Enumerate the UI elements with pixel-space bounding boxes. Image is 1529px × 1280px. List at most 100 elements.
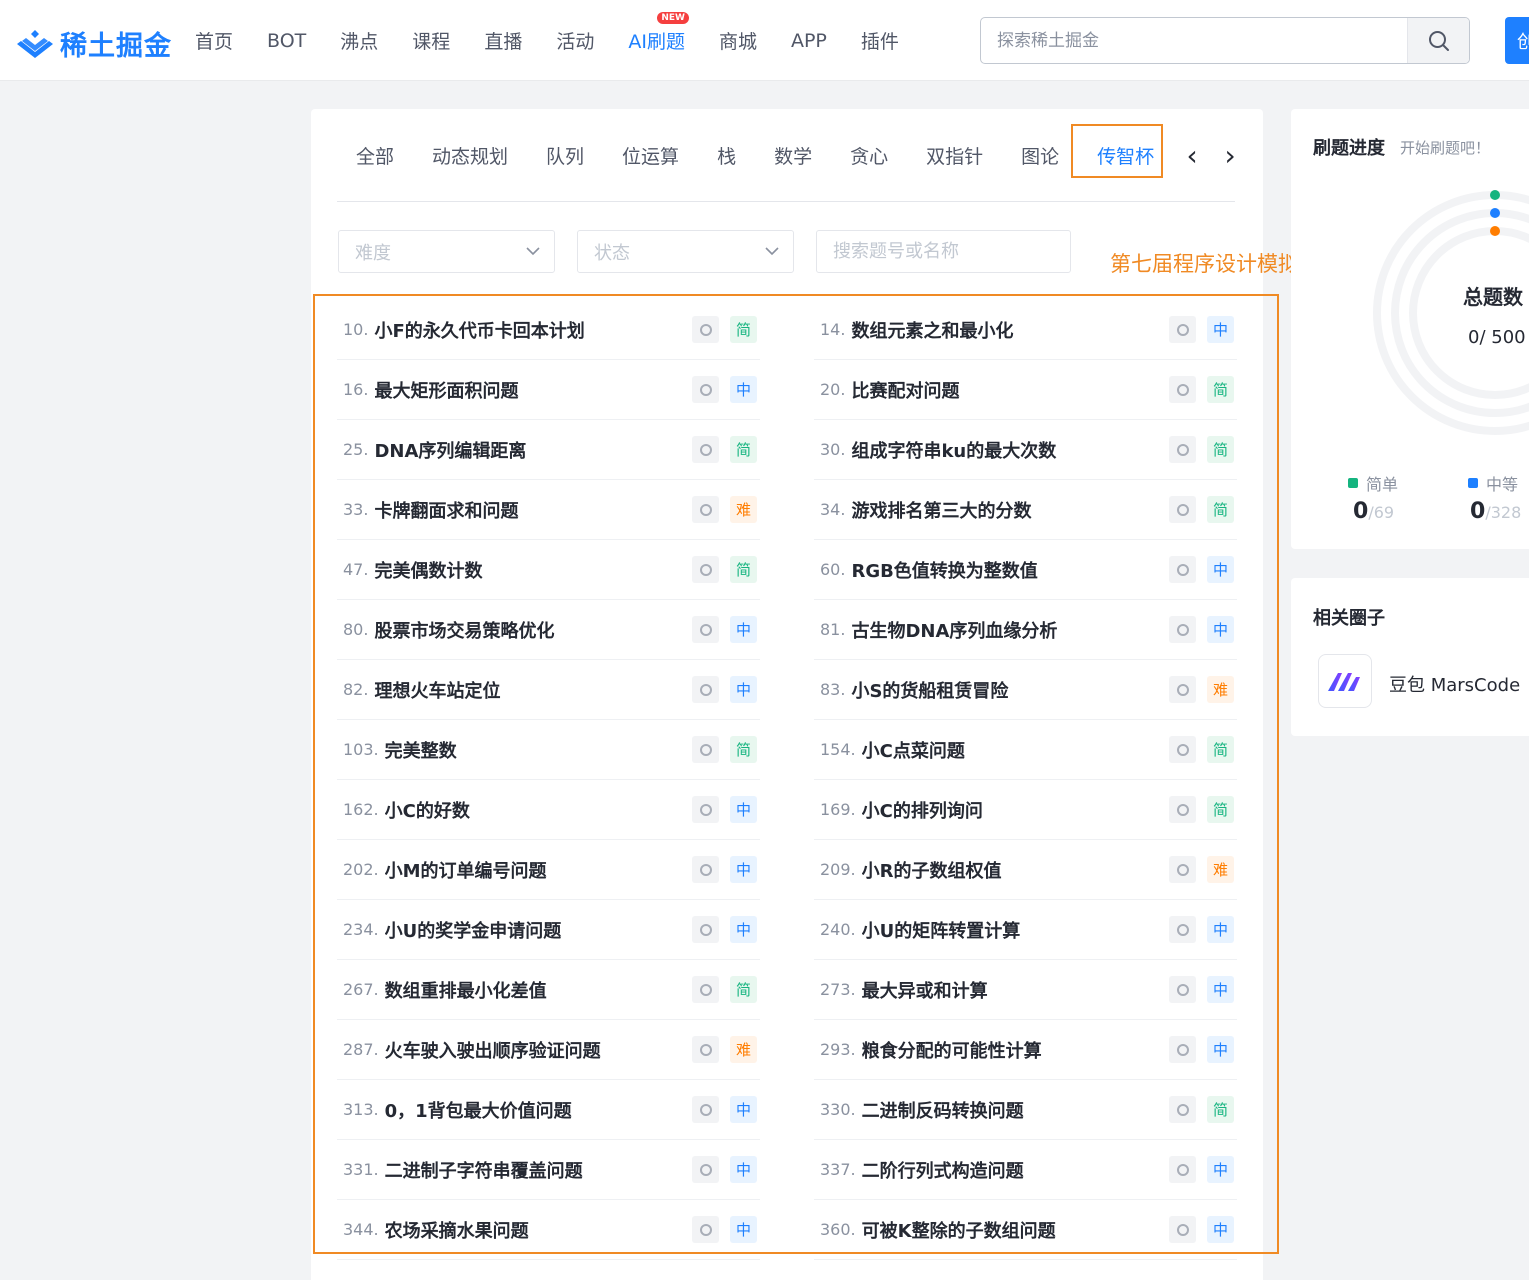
problem-title[interactable]: 古生物DNA序列血缘分析 — [851, 617, 1169, 643]
problem-row[interactable]: 330. 二进制反码转换问题 简 — [814, 1080, 1237, 1140]
problem-row[interactable]: 154. 小C点菜问题 简 — [814, 720, 1237, 780]
tab-5[interactable]: 数学 — [755, 142, 831, 169]
problem-title[interactable]: 完美整数 — [385, 737, 692, 763]
nav-item-label: 首页 — [195, 31, 234, 53]
problem-title[interactable]: 小C点菜问题 — [862, 737, 1169, 763]
marscode-logo[interactable] — [1318, 654, 1372, 708]
problem-title[interactable]: 可被K整除的子数组问题 — [862, 1217, 1169, 1243]
create-button[interactable]: 创 — [1505, 17, 1529, 64]
tabs-prev-icon[interactable]: ‹ — [1173, 139, 1211, 172]
problem-row[interactable]: 273. 最大异或和计算 中 — [814, 960, 1237, 1020]
problem-title[interactable]: 粮食分配的可能性计算 — [862, 1037, 1169, 1063]
problem-title[interactable]: 卡牌翻面求和问题 — [374, 497, 692, 523]
problem-row[interactable]: 313. 0，1背包最大价值问题 中 — [337, 1080, 760, 1140]
problem-row[interactable]: 202. 小M的订单编号问题 中 — [337, 840, 760, 900]
problem-title[interactable]: 小C的好数 — [385, 797, 692, 823]
status-circle-icon — [692, 856, 719, 883]
problem-title[interactable]: 0，1背包最大价值问题 — [385, 1097, 692, 1123]
problem-title[interactable]: 比赛配对问题 — [851, 377, 1169, 403]
logo-text: 稀土掘金 — [60, 31, 172, 62]
problem-row[interactable]: 34. 游戏排名第三大的分数 简 — [814, 480, 1237, 540]
nav-item-9[interactable]: 插件 — [844, 27, 916, 54]
problem-row[interactable]: 240. 小U的矩阵转置计算 中 — [814, 900, 1237, 960]
problem-row[interactable]: 82. 理想火车站定位 中 — [337, 660, 760, 720]
tab-3[interactable]: 位运算 — [603, 142, 698, 169]
tabs-next-icon[interactable]: › — [1211, 139, 1249, 172]
status-circle-icon — [1169, 556, 1196, 583]
tab-6[interactable]: 贪心 — [831, 142, 907, 169]
problem-row[interactable]: 293. 粮食分配的可能性计算 中 — [814, 1020, 1237, 1080]
problem-row[interactable]: 25. DNA序列编辑距离 简 — [337, 420, 760, 480]
problem-row[interactable]: 81. 古生物DNA序列血缘分析 中 — [814, 600, 1237, 660]
problem-title[interactable]: 股票市场交易策略优化 — [374, 617, 692, 643]
problem-row[interactable]: 162. 小C的好数 中 — [337, 780, 760, 840]
problem-row[interactable]: 209. 小R的子数组权值 难 — [814, 840, 1237, 900]
problem-title[interactable]: 二进制反码转换问题 — [862, 1097, 1169, 1123]
problem-title[interactable]: 数组重排最小化差值 — [385, 977, 692, 1003]
problem-title[interactable]: RGB色值转换为整数值 — [851, 557, 1169, 583]
problem-title[interactable]: 游戏排名第三大的分数 — [851, 497, 1169, 523]
problem-row[interactable]: 47. 完美偶数计数 简 — [337, 540, 760, 600]
problem-title[interactable]: 火车驶入驶出顺序验证问题 — [385, 1037, 692, 1063]
problem-row[interactable]: 60. RGB色值转换为整数值 中 — [814, 540, 1237, 600]
problem-row[interactable]: 103. 完美整数 简 — [337, 720, 760, 780]
problem-row[interactable]: 331. 二进制子字符串覆盖问题 中 — [337, 1140, 760, 1200]
problem-title[interactable]: 最大异或和计算 — [862, 977, 1169, 1003]
problem-row[interactable]: 169. 小C的排列询问 简 — [814, 780, 1237, 840]
problem-row[interactable]: 337. 二阶行列式构造问题 中 — [814, 1140, 1237, 1200]
problem-row[interactable]: 80. 股票市场交易策略优化 中 — [337, 600, 760, 660]
problem-title[interactable]: 最大矩形面积问题 — [374, 377, 692, 403]
problem-row[interactable]: 344. 农场采摘水果问题 中 — [337, 1200, 760, 1260]
nav-item-3[interactable]: 课程 — [395, 27, 467, 54]
global-search-button[interactable] — [1407, 18, 1469, 63]
problem-row[interactable]: 360. 可被K整除的子数组问题 中 — [814, 1200, 1237, 1260]
nav-item-7[interactable]: 商城 — [702, 27, 774, 54]
problem-search-input[interactable] — [817, 241, 1058, 262]
problem-title[interactable]: 二阶行列式构造问题 — [862, 1157, 1169, 1183]
problem-row[interactable]: 16. 最大矩形面积问题 中 — [337, 360, 760, 420]
problem-title[interactable]: 理想火车站定位 — [374, 677, 692, 703]
problem-row[interactable]: 287. 火车驶入驶出顺序验证问题 难 — [337, 1020, 760, 1080]
problem-title[interactable]: 农场采摘水果问题 — [385, 1217, 692, 1243]
tab-2[interactable]: 队列 — [527, 142, 603, 169]
tab-1[interactable]: 动态规划 — [413, 142, 527, 169]
problem-row[interactable]: 10. 小F的永久代币卡回本计划 简 — [337, 300, 760, 360]
tab-7[interactable]: 双指针 — [907, 142, 1002, 169]
nav-item-2[interactable]: 沸点 — [323, 27, 395, 54]
nav-item-8[interactable]: APP — [774, 30, 844, 52]
problem-title[interactable]: 小M的订单编号问题 — [385, 857, 692, 883]
nav-item-5[interactable]: 活动 — [539, 27, 611, 54]
nav-item-4[interactable]: 直播 — [467, 27, 539, 54]
problem-row[interactable]: 83. 小S的货船租赁冒险 难 — [814, 660, 1237, 720]
problem-row[interactable]: 267. 数组重排最小化差值 简 — [337, 960, 760, 1020]
tab-0[interactable]: 全部 — [337, 142, 413, 169]
status-ring — [1176, 1223, 1189, 1236]
problem-title[interactable]: 小U的奖学金申请问题 — [385, 917, 692, 943]
difficulty-select[interactable]: 难度 — [338, 230, 555, 273]
nav-item-6[interactable]: AI刷题 NEW — [611, 12, 702, 54]
nav-item-0[interactable]: 首页 — [178, 27, 250, 54]
problem-title[interactable]: 小S的货船租赁冒险 — [851, 677, 1169, 703]
problem-title[interactable]: 完美偶数计数 — [374, 557, 692, 583]
tab-8[interactable]: 图论 — [1002, 142, 1078, 169]
problem-title[interactable]: 组成字符串ku的最大次数 — [851, 437, 1169, 463]
problem-title[interactable]: 数组元素之和最小化 — [851, 317, 1169, 343]
problem-title[interactable]: 小F的永久代币卡回本计划 — [374, 317, 692, 343]
nav-item-1[interactable]: BOT — [250, 30, 323, 52]
problem-row[interactable]: 33. 卡牌翻面求和问题 难 — [337, 480, 760, 540]
tab-4[interactable]: 栈 — [698, 142, 755, 169]
status-select[interactable]: 状态 — [577, 230, 794, 273]
problem-title[interactable]: 二进制子字符串覆盖问题 — [385, 1157, 692, 1183]
problem-title[interactable]: 小U的矩阵转置计算 — [862, 917, 1169, 943]
nav-item-label: AI刷题 — [628, 31, 685, 53]
problem-row[interactable]: 234. 小U的奖学金申请问题 中 — [337, 900, 760, 960]
problem-row[interactable]: 30. 组成字符串ku的最大次数 简 — [814, 420, 1237, 480]
juejin-logo[interactable]: 稀土掘金 — [16, 24, 172, 63]
problem-title[interactable]: 小R的子数组权值 — [862, 857, 1169, 883]
problem-title[interactable]: DNA序列编辑距离 — [374, 437, 692, 463]
related-circle-name[interactable]: 豆包 MarsCode — [1389, 671, 1520, 697]
problem-title[interactable]: 小C的排列询问 — [862, 797, 1169, 823]
problem-row[interactable]: 20. 比赛配对问题 简 — [814, 360, 1237, 420]
global-search-input[interactable] — [981, 18, 1407, 63]
problem-row[interactable]: 14. 数组元素之和最小化 中 — [814, 300, 1237, 360]
